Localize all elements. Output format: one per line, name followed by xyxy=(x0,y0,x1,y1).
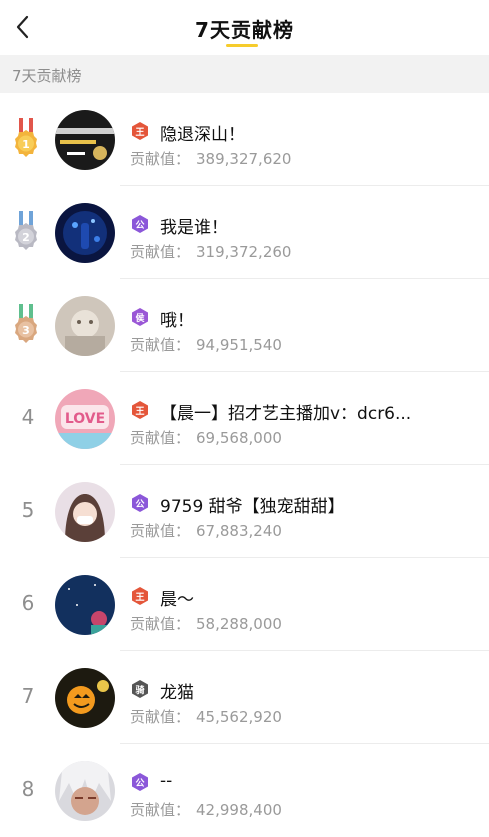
leaderboard-row[interactable]: 3 侯 哦！ 贡献值： 94,951,540 xyxy=(0,279,489,372)
rank-number: 7 xyxy=(21,684,35,708)
contribution-value: 贡献值： 69,568,000 xyxy=(130,429,282,447)
contribution-value: 贡献值： 45,562,920 xyxy=(130,708,282,726)
leaderboard-row[interactable]: 7 骑 龙猫 贡献值： 45,562,920 xyxy=(0,651,489,744)
avatar[interactable] xyxy=(55,482,115,542)
level-badge: 骑 xyxy=(130,679,150,699)
top-bar: 7天贡献榜 xyxy=(0,0,489,55)
title-underline xyxy=(226,44,258,47)
user-name: 晨～ xyxy=(160,590,194,610)
avatar[interactable] xyxy=(55,203,115,263)
user-name: 我是谁！ xyxy=(160,218,228,238)
level-badge: 王 xyxy=(130,400,150,420)
silver-medal-icon: 2 xyxy=(15,211,37,250)
avatar[interactable] xyxy=(55,296,115,356)
svg-text:LOVE: LOVE xyxy=(65,411,105,427)
user-name: 哦！ xyxy=(160,311,194,331)
section-label: 7天贡献榜 xyxy=(12,67,82,85)
contribution-value: 贡献值： 42,998,400 xyxy=(130,801,282,819)
rank-number: 5 xyxy=(21,498,35,522)
contribution-value: 贡献值： 58,288,000 xyxy=(130,615,282,633)
avatar[interactable] xyxy=(55,668,115,728)
level-badge: 公 xyxy=(130,214,150,234)
rank-number: 8 xyxy=(21,777,35,801)
rank-number: 4 xyxy=(21,405,35,429)
leaderboard-row[interactable]: 8 公 -- 贡献值： 42,998,400 xyxy=(0,744,489,837)
leaderboard-row[interactable]: 1 王 隐退深山！ 贡献值： 389,327,620 xyxy=(0,93,489,186)
contribution-value: 贡献值： 94,951,540 xyxy=(130,336,282,354)
avatar[interactable] xyxy=(55,575,115,635)
level-badge: 公 xyxy=(130,493,150,513)
avatar[interactable]: LOVE xyxy=(55,389,115,449)
avatar[interactable] xyxy=(55,110,115,170)
page-title: 7天贡献榜 xyxy=(195,18,294,42)
contribution-value: 贡献值： 389,327,620 xyxy=(130,150,292,168)
level-badge: 王 xyxy=(130,586,150,606)
contribution-value: 贡献值： 67,883,240 xyxy=(130,522,282,540)
contribution-value: 贡献值： 319,372,260 xyxy=(130,243,292,261)
leaderboard-row[interactable]: 5 公 9759 甜爷【独宠甜甜】 贡献值： 67,883,240 xyxy=(0,465,489,558)
level-badge: 侯 xyxy=(130,307,150,327)
user-name: -- xyxy=(160,771,173,791)
section-header: 7天贡献榜 xyxy=(0,55,489,93)
bronze-medal-icon: 3 xyxy=(15,304,37,343)
rank-number: 6 xyxy=(21,591,35,615)
leaderboard-list: 1 王 隐退深山！ 贡献值： 389,327,620 2 公 我是谁！ 贡献值：… xyxy=(0,93,489,837)
user-name: 9759 甜爷【独宠甜甜】 xyxy=(160,497,345,517)
user-name: 【晨一】招才艺主播加v：dcr6... xyxy=(160,404,412,424)
gold-medal-icon: 1 xyxy=(15,118,37,157)
leaderboard-row[interactable]: 4 LOVE 王 【晨一】招才艺主播加v：dcr6... 贡献值： 69,568,… xyxy=(0,372,489,465)
level-badge: 公 xyxy=(130,772,150,792)
leaderboard-row[interactable]: 6 王 晨～ 贡献值： 58,288,000 xyxy=(0,558,489,651)
user-name: 隐退深山！ xyxy=(160,125,245,145)
svg-text:1: 1 xyxy=(22,138,30,151)
leaderboard-row[interactable]: 2 公 我是谁！ 贡献值： 319,372,260 xyxy=(0,186,489,279)
avatar[interactable] xyxy=(55,761,115,821)
svg-text:2: 2 xyxy=(22,231,30,244)
level-badge: 王 xyxy=(130,121,150,141)
user-name: 龙猫 xyxy=(160,683,194,703)
svg-text:3: 3 xyxy=(22,324,30,337)
